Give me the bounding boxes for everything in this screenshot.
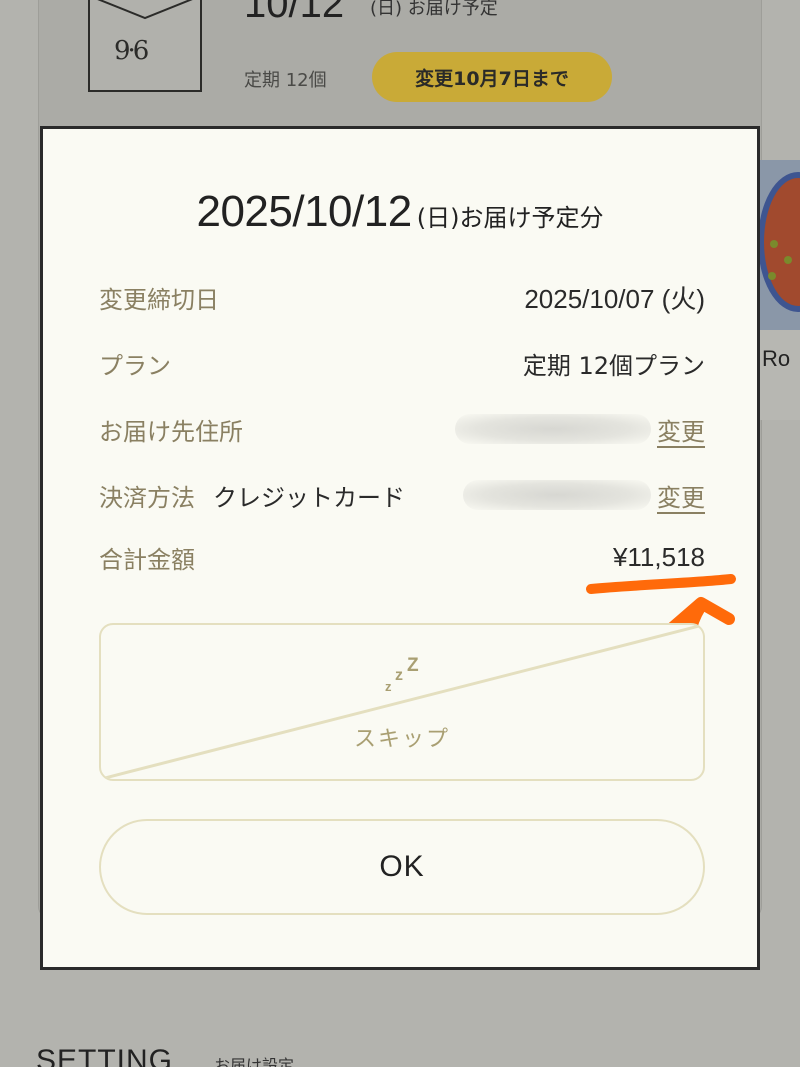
brand-logo-icon: 9·6 — [114, 36, 149, 66]
total-label: 合計金額 — [99, 545, 195, 574]
card-number-redacted — [463, 480, 651, 510]
ok-button[interactable]: OK — [99, 819, 705, 915]
total-amount: ¥11,518 — [612, 541, 705, 572]
modal-title-suffix: (日)お届け予定分 — [416, 204, 604, 232]
background-change-button[interactable]: 変更10月7日まで — [372, 52, 612, 102]
skip-button-label: スキップ — [353, 727, 450, 752]
background-delivery-date-sub: (日) お届け予定 — [370, 0, 498, 19]
payment-row: 決済方法 クレジットカード 変更 — [99, 475, 705, 515]
address-row: お届け先住所 変更 — [99, 409, 705, 449]
deadline-row: 変更締切日 2025/10/07 (火) — [99, 277, 705, 317]
address-label: お届け先住所 — [99, 417, 243, 446]
delivery-details-modal: 2025/10/12 (日)お届け予定分 変更締切日 2025/10/07 (火… — [40, 126, 760, 970]
background-setting-heading: SETTING — [36, 1044, 174, 1067]
payment-method-value: クレジットカード — [213, 483, 405, 512]
box-illustration: 9·6 — [88, 0, 202, 92]
box-flap-icon — [97, 0, 193, 20]
skip-disabled-strike — [101, 625, 703, 779]
plan-row: プラン 定期 12個プラン — [99, 343, 705, 383]
background-setting-sub: お届け設定 — [214, 1056, 295, 1067]
background-plan-label: 定期 12個 — [244, 70, 327, 91]
modal-title-date: 2025/10/12 — [196, 187, 412, 236]
payment-label: 決済方法 — [99, 483, 195, 512]
deadline-label: 変更締切日 — [99, 285, 219, 314]
payment-change-link[interactable]: 変更 — [657, 478, 705, 513]
plan-label: プラン — [99, 351, 171, 380]
plan-value: 定期 12個プラン — [522, 351, 705, 380]
background-delivery-date: 10/12 — [244, 0, 345, 26]
background-side-text: Ro — [762, 346, 791, 371]
deadline-value: 2025/10/07 (火) — [524, 283, 705, 314]
modal-title: 2025/10/12 (日)お届け予定分 — [43, 187, 757, 237]
address-change-link[interactable]: 変更 — [657, 412, 705, 447]
skip-button[interactable]: z z Z スキップ — [99, 623, 705, 781]
address-redacted — [455, 414, 651, 444]
